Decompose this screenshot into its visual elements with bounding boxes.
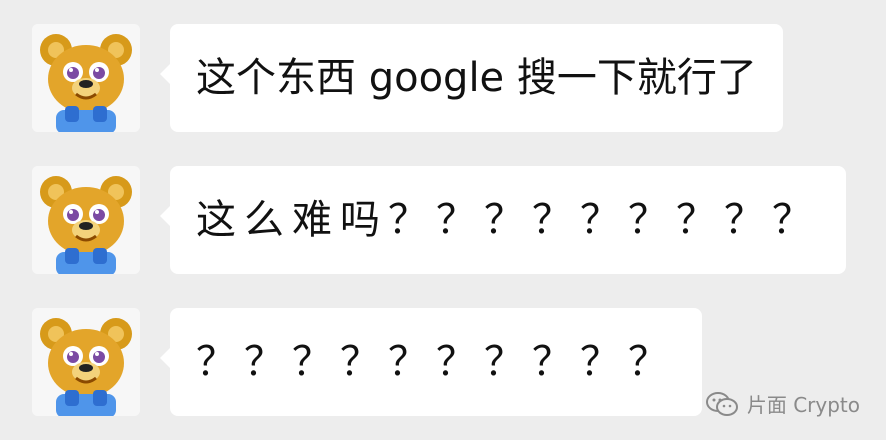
message-bubble[interactable]: 这个东西 google 搜一下就行了 (160, 24, 783, 132)
chat-view: 这个东西 google 搜一下就行了 这么难吗？？？？？？？？？ ？？？？？？？… (0, 0, 886, 440)
message-bubble[interactable]: 这么难吗？？？？？？？？？ (160, 166, 846, 274)
watermark: 片面 Crypto (705, 389, 860, 418)
avatar[interactable] (32, 308, 140, 416)
message-row: 这个东西 google 搜一下就行了 (32, 24, 783, 132)
message-bubble[interactable]: ？？？？？？？？？？ (160, 308, 702, 416)
bear-avatar-icon (32, 166, 140, 274)
avatar[interactable] (32, 24, 140, 132)
avatar[interactable] (32, 166, 140, 274)
message-text: 这个东西 google 搜一下就行了 (196, 55, 757, 101)
message-row: ？？？？？？？？？？ (32, 308, 702, 416)
watermark-label: 片面 Crypto (746, 393, 860, 417)
message-text: ？？？？？？？？？？ (196, 339, 676, 385)
wechat-icon (705, 391, 738, 416)
message-row: 这么难吗？？？？？？？？？ (32, 166, 846, 274)
bear-avatar-icon (32, 308, 140, 416)
message-text: 这么难吗？？？？？？？？？ (196, 197, 820, 243)
bear-avatar-icon (32, 24, 140, 132)
